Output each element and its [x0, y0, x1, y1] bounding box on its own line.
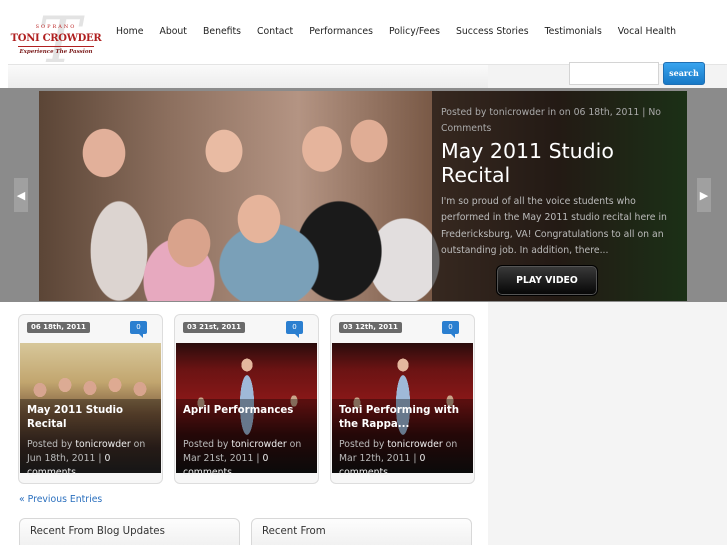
post-meta-date: Mar 21st, 2011	[183, 453, 254, 464]
post-title[interactable]: Toni Performing with the Rappa...	[339, 404, 471, 432]
widget-title: Recent From	[262, 526, 326, 537]
nav-home[interactable]: Home	[108, 26, 151, 38]
widget-recent-from: Recent From	[251, 518, 472, 545]
sidebar-area	[488, 302, 727, 545]
post-meta-date: Jun 18th, 2011	[27, 453, 96, 464]
nav-policy-fees[interactable]: Policy/Fees	[381, 26, 448, 38]
post-date-badge: 06 18th, 2011	[27, 322, 90, 333]
main-nav: Home About Benefits Contact Performances…	[108, 26, 684, 38]
slider-prev-arrow-icon[interactable]: ◀	[14, 178, 28, 212]
nav-success-stories[interactable]: Success Stories	[448, 26, 537, 38]
post-meta-on: on	[133, 439, 146, 450]
post-card[interactable]: 03 12th, 2011 0 Toni Performing with the…	[330, 314, 475, 484]
comment-count-icon[interactable]: 0	[130, 321, 147, 338]
logo-name: TONI CROWDER	[10, 33, 102, 44]
post-title[interactable]: May 2011 Studio Recital	[27, 404, 159, 432]
nav-benefits[interactable]: Benefits	[195, 26, 249, 38]
logo-top-text: SOPRANO	[35, 24, 77, 30]
post-meta-posted-by: Posted by	[27, 439, 73, 450]
page: T SOPRANO TONI CROWDER Experience The Pa…	[0, 0, 727, 545]
site-logo[interactable]: T SOPRANO TONI CROWDER Experience The Pa…	[10, 9, 102, 73]
post-card[interactable]: 03 21st, 2011 0 April Performances Poste…	[174, 314, 319, 484]
nav-vocal-health[interactable]: Vocal Health	[610, 26, 684, 38]
post-date-badge: 03 21st, 2011	[183, 322, 246, 333]
comment-count-icon[interactable]: 0	[286, 321, 303, 338]
post-meta-on: on	[445, 439, 458, 450]
post-author[interactable]: tonicrowder	[387, 439, 442, 450]
post-card[interactable]: 06 18th, 2011 0 May 2011 Studio Recital …	[18, 314, 163, 484]
widget-title: Recent From Blog Updates	[30, 526, 165, 537]
post-title[interactable]: April Performances	[183, 404, 315, 418]
featured-slide[interactable]: Posted by tonicrowder in on 06 18th, 201…	[39, 91, 687, 301]
nav-contact[interactable]: Contact	[249, 26, 301, 38]
search-button[interactable]: search	[663, 62, 705, 85]
play-video-button[interactable]: PLAY VIDEO	[496, 265, 598, 296]
nav-about[interactable]: About	[151, 26, 195, 38]
previous-entries-link[interactable]: « Previous Entries	[19, 494, 102, 505]
post-date-badge: 03 12th, 2011	[339, 322, 402, 333]
featured-title[interactable]: May 2011 Studio Recital	[441, 139, 681, 187]
widget-recent-blog-updates: Recent From Blog Updates	[19, 518, 240, 545]
featured-slider: ◀ Posted by tonicrowder in on 06 18th, 2…	[0, 88, 727, 302]
nav-performances[interactable]: Performances	[301, 26, 381, 38]
featured-meta: Posted by tonicrowder in on 06 18th, 201…	[441, 107, 661, 134]
site-header: T SOPRANO TONI CROWDER Experience The Pa…	[0, 0, 727, 88]
post-meta-date: Mar 12th, 2011	[339, 453, 411, 464]
featured-excerpt: I'm so proud of all the voice students w…	[441, 196, 667, 257]
nav-testimonials[interactable]: Testimonials	[537, 26, 610, 38]
comment-count-icon[interactable]: 0	[442, 321, 459, 338]
post-meta-on: on	[289, 439, 302, 450]
post-meta: Posted by tonicrowder on Jun 18th, 2011 …	[27, 439, 146, 478]
post-meta-posted-by: Posted by	[339, 439, 385, 450]
logo-rule	[18, 46, 94, 47]
featured-caption: Posted by tonicrowder in on 06 18th, 201…	[432, 91, 687, 301]
post-meta: Posted by tonicrowder on Mar 21st, 2011 …	[183, 439, 302, 478]
post-author[interactable]: tonicrowder	[231, 439, 286, 450]
logo-tagline: Experience The Passion	[19, 49, 93, 55]
post-meta: Posted by tonicrowder on Mar 12th, 2011 …	[339, 439, 458, 478]
search-input[interactable]	[569, 62, 659, 85]
post-author[interactable]: tonicrowder	[75, 439, 130, 450]
post-meta-posted-by: Posted by	[183, 439, 229, 450]
slider-next-arrow-icon[interactable]: ▶	[697, 178, 711, 212]
header-subbar	[8, 64, 488, 88]
